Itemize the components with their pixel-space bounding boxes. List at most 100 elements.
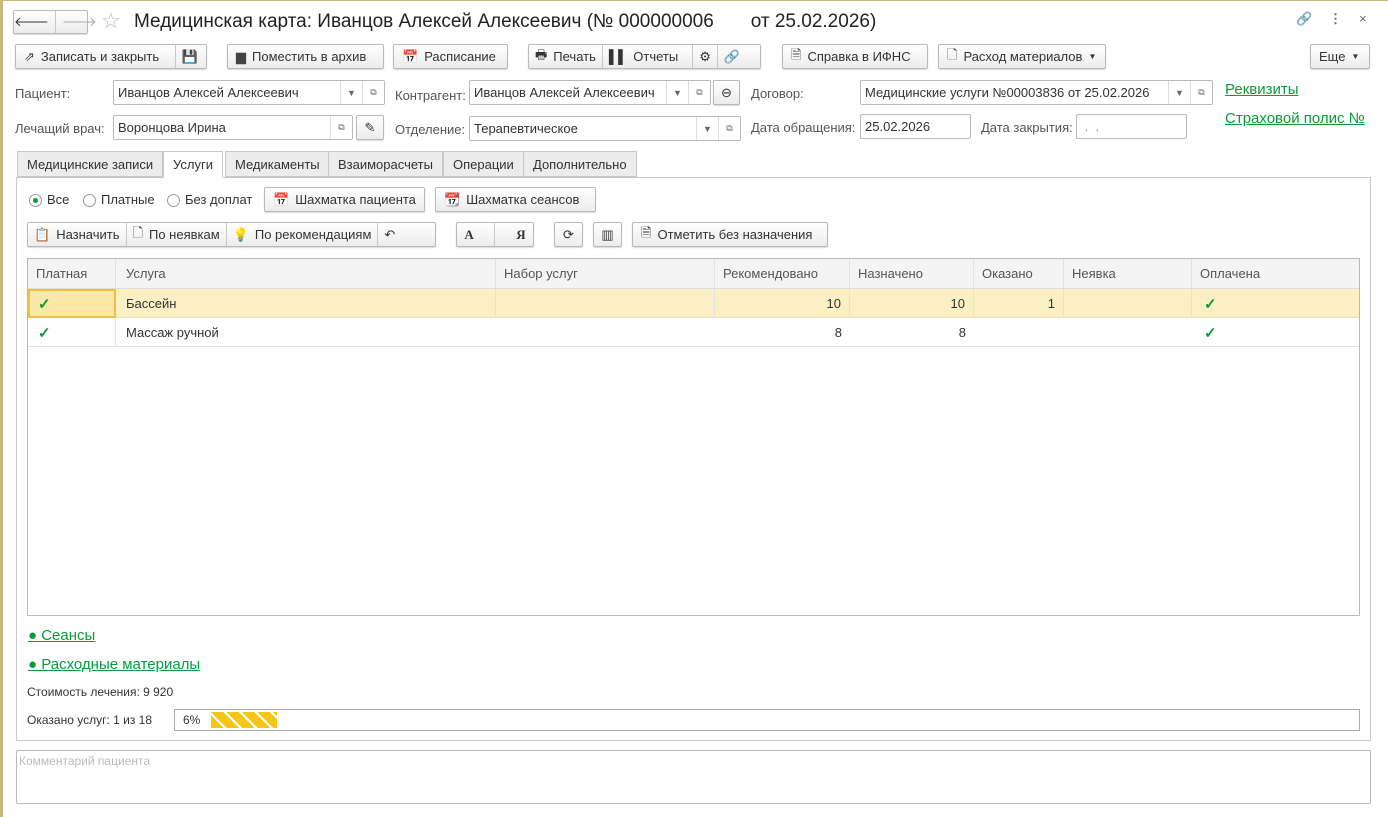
close-icon[interactable]: × <box>1359 11 1367 26</box>
service-cell: Бассейн <box>116 289 496 318</box>
save-close-button[interactable]: ⇗ Записать и закрыть 💾 <box>15 44 207 69</box>
col-done[interactable]: Оказано <box>974 259 1064 289</box>
open-icon[interactable]: ⧉ <box>1190 81 1212 104</box>
col-service[interactable]: Услуга <box>116 259 496 289</box>
col-payed[interactable]: Оплачена <box>1192 259 1359 289</box>
open-icon[interactable]: ⧉ <box>718 117 740 140</box>
print-icon: 🖶 <box>535 46 548 62</box>
tab-additional[interactable]: Дополнительно <box>523 151 637 177</box>
tab-settlements[interactable]: Взаиморасчеты <box>328 151 443 177</box>
patient-comment-field[interactable]: Комментарий пациента <box>16 750 1371 804</box>
patient-label: Пациент: <box>15 86 71 101</box>
window-title: Медицинская карта: Иванцов Алексей Алекс… <box>134 11 877 32</box>
department-field[interactable]: Терапевтическое ▼ ⧉ <box>469 116 741 141</box>
sort-desc-button[interactable]: Я <box>516 227 525 243</box>
col-recommended[interactable]: Рекомендовано <box>715 259 850 289</box>
sessions-grid-button[interactable]: 📆 Шахматка сеансов <box>435 187 596 212</box>
undo-icon[interactable]: ↶ <box>384 227 395 243</box>
open-icon[interactable]: ⧉ <box>688 81 710 104</box>
mark-button[interactable]: 🗎 Отметить без назначения <box>632 222 828 247</box>
filter-all[interactable]: Все <box>29 192 69 208</box>
chart-icon: ▌▌ <box>608 49 628 64</box>
col-no-show[interactable]: Неявка <box>1064 259 1192 289</box>
save-close-icon: ⇗ <box>24 48 35 64</box>
dropdown-icon[interactable]: ▼ <box>340 81 362 104</box>
fill-contractor-button[interactable]: ⊖ <box>713 80 740 105</box>
contractor-label: Контрагент: <box>395 88 466 103</box>
progress-label: Оказано услуг: 1 из 18 <box>27 713 153 727</box>
doctor-label: Лечащий врач: <box>15 121 105 136</box>
col-set[interactable]: Набор услуг <box>496 259 715 289</box>
payed-check-icon: ✓ <box>1204 295 1217 313</box>
sort-asc-button[interactable]: А <box>464 227 473 243</box>
sort-group: АЯ <box>456 222 534 247</box>
ifns-button[interactable]: 🗎 Справка в ИФНС <box>782 44 928 69</box>
contractor-field[interactable]: Иванцов Алексей Алексеевич ▼ ⧉ <box>469 80 711 105</box>
patient-field[interactable]: Иванцов Алексей Алексеевич ▼ ⧉ <box>113 80 385 105</box>
assign-button[interactable]: Назначить <box>56 227 119 242</box>
recommend-button[interactable]: По рекомендациям <box>255 227 372 242</box>
recommended-cell: 8 <box>834 325 842 340</box>
department-label: Отделение: <box>395 122 466 137</box>
calendar-icon: 📅 <box>402 48 419 64</box>
filter-paid[interactable]: Платные <box>83 192 155 208</box>
edit-doctor-button[interactable]: ✎ <box>356 115 384 140</box>
back-button[interactable]: 🡐 🡒 <box>13 10 97 34</box>
contract-field[interactable]: Медицинские услуги №00003836 от 25.02.20… <box>860 80 1213 105</box>
policy-link[interactable]: Страховой полис № <box>1225 110 1365 127</box>
patient-grid-button[interactable]: 📅 Шахматка пациента <box>264 187 425 212</box>
tab-operations[interactable]: Операции <box>443 151 524 177</box>
dropdown-icon[interactable]: ▼ <box>696 117 718 140</box>
visit-date-label: Дата обращения: <box>751 120 856 135</box>
print-button[interactable]: Печать <box>553 49 596 64</box>
col-assigned[interactable]: Назначено <box>850 259 974 289</box>
refresh-button[interactable]: ⟳ <box>554 222 583 247</box>
set-cell <box>496 289 715 318</box>
materials-button[interactable]: 🗋 Расход материалов ▼ <box>938 44 1106 69</box>
set-cell <box>496 318 715 347</box>
done-cell: 1 <box>974 289 1064 318</box>
progress-fill <box>211 712 277 728</box>
print-reports-group: 🖶 Печать ▌▌ Отчеты ⚙ 🔗 <box>528 44 761 69</box>
materials-link[interactable]: ● Расходные материалы <box>28 656 200 673</box>
document-icon: 🗎 <box>791 46 802 62</box>
no-show-button[interactable]: По неявкам <box>149 227 220 242</box>
tab-medical-records[interactable]: Медицинские записи <box>17 151 164 177</box>
progress-bar: 6% <box>174 709 1360 731</box>
paid-check-icon: ✓ <box>28 289 116 318</box>
lightbulb-icon: 💡 <box>232 226 249 242</box>
dropdown-icon[interactable]: ▼ <box>1168 81 1190 104</box>
open-icon[interactable]: ⧉ <box>330 116 352 139</box>
tab-services[interactable]: Услуги <box>163 151 223 178</box>
menu-icon[interactable]: ⋮ <box>1329 11 1342 27</box>
filter-no-extra[interactable]: Без доплат <box>167 192 252 208</box>
schedule-button[interactable]: 📅 Расписание <box>393 44 508 69</box>
clipboard-plus-icon: 📋 <box>34 226 51 242</box>
visit-date-field[interactable]: 25.02.2026 <box>860 114 971 139</box>
assign-group: 📋 Назначить 🗋 По неявкам 💡 По рекомендациям ↶ <box>27 222 436 247</box>
add-document-icon: 🗋 <box>947 46 958 62</box>
close-date-label: Дата закрытия: <box>981 120 1073 135</box>
calendar-icon: 📅 <box>273 191 290 207</box>
doctor-field[interactable]: Воронцова Ирина ⧉ <box>113 115 353 140</box>
chain-icon[interactable]: 🔗 <box>724 49 740 65</box>
gears-icon[interactable]: ⚙ <box>699 49 711 65</box>
open-icon[interactable]: ⧉ <box>362 81 384 104</box>
requisites-link[interactable]: Реквизиты <box>1225 81 1299 98</box>
contract-label: Договор: <box>751 86 804 101</box>
favorite-star-icon[interactable]: ☆ <box>101 8 121 34</box>
service-cell: Массаж ручной <box>126 325 219 340</box>
dropdown-icon[interactable]: ▼ <box>666 81 688 104</box>
archive-button[interactable]: ▆ Поместить в архив <box>227 44 384 69</box>
close-date-field[interactable]: . . <box>1076 114 1187 139</box>
columns-button[interactable]: ▥ <box>593 222 622 247</box>
more-button[interactable]: Еще ▼ <box>1310 44 1370 69</box>
tab-medications[interactable]: Медикаменты <box>225 151 330 177</box>
sessions-link[interactable]: ● Сеансы <box>28 627 95 644</box>
save-icon[interactable]: 💾 <box>182 49 198 65</box>
col-paid[interactable]: Платная <box>28 259 116 289</box>
arrow-left-circle-icon: ⊖ <box>721 84 732 100</box>
reports-button[interactable]: Отчеты <box>633 49 678 64</box>
link-icon[interactable]: 🔗 <box>1296 11 1312 27</box>
calendar-clock-icon: 📆 <box>444 191 461 207</box>
